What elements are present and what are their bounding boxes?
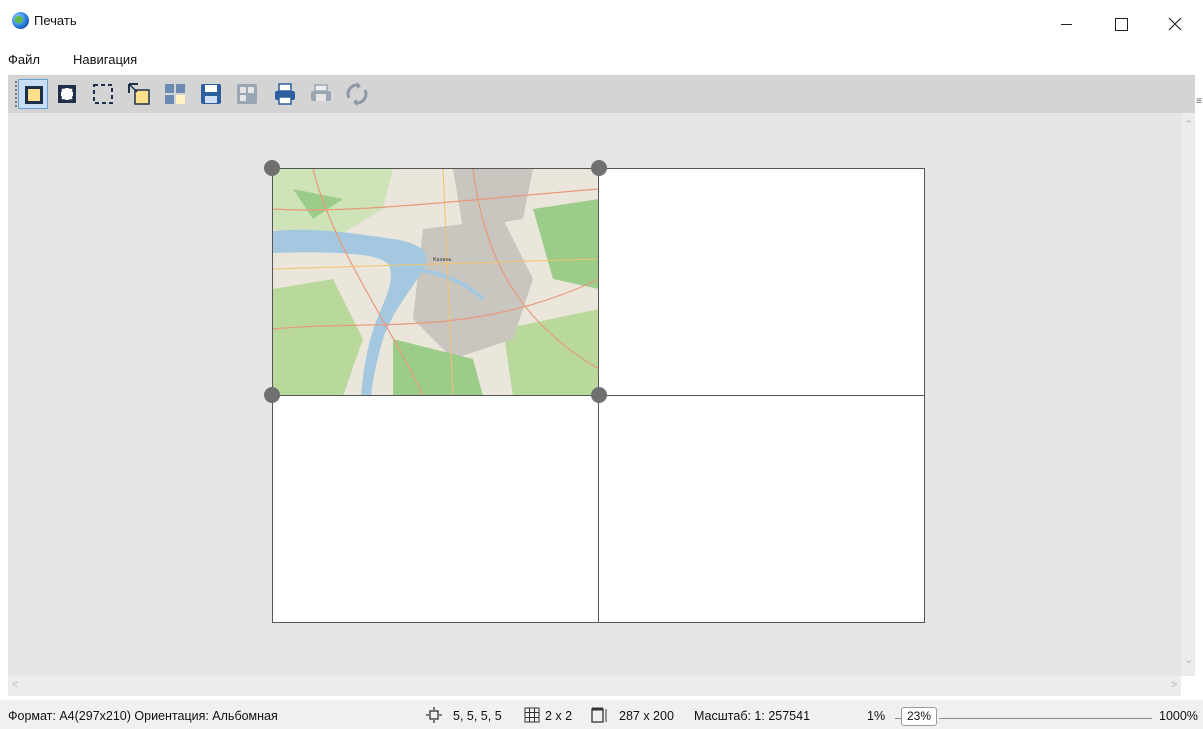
frame-page-button[interactable] bbox=[18, 79, 48, 109]
toolbar-grip[interactable] bbox=[15, 81, 17, 107]
page-size-icon bbox=[591, 707, 607, 723]
toolbar-overflow-icon[interactable]: ≡ bbox=[1196, 96, 1203, 110]
zoom-value-box[interactable]: 23% bbox=[901, 707, 937, 726]
refresh-button[interactable] bbox=[342, 79, 372, 109]
resize-handle-top-right[interactable] bbox=[591, 160, 607, 176]
layout-grid-button[interactable] bbox=[160, 79, 190, 109]
map-image: Казань bbox=[273, 169, 599, 396]
maximize-icon bbox=[1114, 17, 1128, 31]
page-bottom-left[interactable] bbox=[272, 395, 600, 623]
title-bar: Печать bbox=[0, 0, 1203, 48]
print-disabled-icon bbox=[311, 84, 331, 101]
zoom-min-label: 1% bbox=[867, 709, 886, 723]
frame-fit-button[interactable] bbox=[52, 79, 82, 109]
refresh-icon bbox=[346, 82, 368, 106]
frame-dashed-button[interactable] bbox=[88, 79, 118, 109]
page-size-value: 287 x 200 bbox=[619, 709, 674, 723]
scroll-down-icon[interactable]: ⌄ bbox=[1184, 653, 1193, 666]
map-city-label: Казань bbox=[433, 257, 452, 263]
frame-dashed-icon bbox=[93, 84, 113, 104]
save-button[interactable] bbox=[196, 79, 226, 109]
save-disabled-icon bbox=[237, 84, 257, 104]
format-orientation-text: Формат: А4(297x210) Ориентация: Альбомна… bbox=[8, 709, 278, 723]
menu-file[interactable]: Файл bbox=[8, 52, 40, 67]
scale-text: Масштаб: 1: 257541 bbox=[694, 709, 811, 723]
horizontal-scrollbar[interactable]: < > bbox=[8, 676, 1181, 696]
grid-icon bbox=[524, 707, 540, 723]
maximize-button[interactable] bbox=[1098, 0, 1144, 48]
margins-value: 5, 5, 5, 5 bbox=[453, 709, 502, 723]
minimize-icon bbox=[1060, 23, 1072, 25]
save-icon bbox=[201, 84, 221, 104]
zoom-max-label: 1000% bbox=[1159, 709, 1198, 723]
minimize-button[interactable] bbox=[1043, 0, 1089, 48]
zoom-slider[interactable] bbox=[939, 718, 1152, 719]
margins-icon bbox=[426, 707, 442, 723]
resize-handle-top-left[interactable] bbox=[264, 160, 280, 176]
print-icon bbox=[275, 83, 295, 105]
save-disabled-button[interactable] bbox=[232, 79, 262, 109]
scroll-right-icon[interactable]: > bbox=[1171, 679, 1177, 691]
scroll-up-icon[interactable]: ⌃ bbox=[1184, 118, 1193, 131]
resize-corner-icon bbox=[128, 83, 150, 105]
vertical-scrollbar[interactable]: ⌃ ⌄ bbox=[1181, 113, 1195, 676]
close-icon bbox=[1168, 17, 1182, 31]
close-button[interactable] bbox=[1152, 0, 1198, 48]
map-page[interactable]: Казань bbox=[272, 168, 600, 397]
print-disabled-button[interactable] bbox=[306, 79, 336, 109]
frame-page-icon bbox=[25, 86, 43, 104]
page-bottom-right[interactable] bbox=[598, 395, 925, 623]
grid-value: 2 x 2 bbox=[545, 709, 573, 723]
menu-navigation[interactable]: Навигация bbox=[73, 52, 137, 67]
status-bar: Формат: А4(297x210) Ориентация: Альбомна… bbox=[0, 700, 1203, 729]
resize-handle-bottom-left[interactable] bbox=[264, 387, 280, 403]
layout-grid-icon bbox=[165, 84, 185, 104]
resize-corner-button[interactable] bbox=[124, 79, 154, 109]
frame-fit-icon bbox=[58, 85, 76, 103]
resize-handle-bottom-right[interactable] bbox=[591, 387, 607, 403]
globe-icon bbox=[12, 12, 29, 29]
scroll-left-icon[interactable]: < bbox=[12, 679, 18, 691]
toolbar bbox=[8, 75, 1195, 113]
window-title: Печать bbox=[34, 13, 77, 28]
print-button[interactable] bbox=[270, 79, 300, 109]
page-top-right[interactable] bbox=[598, 168, 925, 397]
